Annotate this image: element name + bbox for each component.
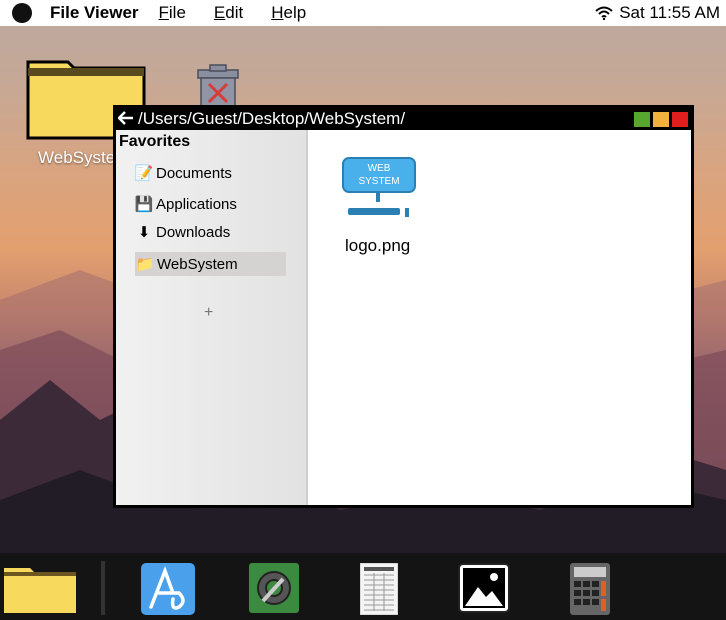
sidebar-item-applications[interactable]: 💾 Applications — [134, 192, 284, 216]
add-favorite-button[interactable]: + — [204, 304, 213, 322]
window-titlebar[interactable]: /Users/Guest/Desktop/WebSystem/ — [116, 108, 691, 130]
floppy-disk-icon: 💾 — [134, 196, 154, 213]
menu-file[interactable]: File — [159, 3, 186, 23]
svg-text:SYSTEM: SYSTEM — [358, 176, 399, 187]
dock — [0, 553, 726, 620]
image-viewer-icon[interactable] — [458, 563, 510, 613]
sidebar-item-downloads[interactable]: ⬇ Downloads — [134, 220, 284, 244]
sidebar-item-websystem[interactable]: 📁 WebSystem — [135, 252, 286, 276]
image-file-icon[interactable]: WEB SYSTEM — [338, 156, 418, 222]
menu-bar: File Viewer File Edit Help Sat 11:55 AM — [0, 0, 726, 26]
favorites-heading: Favorites — [119, 133, 191, 150]
dock-separator — [101, 561, 105, 615]
back-arrow-icon[interactable] — [117, 110, 136, 128]
spreadsheet-icon[interactable] — [360, 563, 398, 615]
sidebar-item-label: WebSystem — [157, 255, 238, 273]
menu-help[interactable]: Help — [271, 3, 306, 23]
sidebar-item-label: Downloads — [156, 223, 231, 241]
sidebar-item-documents[interactable]: 📝 Documents — [134, 161, 284, 185]
sidebar-item-label: Documents — [156, 164, 232, 182]
folder-icon: 📁 — [135, 256, 155, 273]
minimize-button[interactable] — [653, 112, 669, 127]
file-label[interactable]: logo.png — [345, 236, 410, 256]
maximize-button[interactable] — [634, 112, 650, 127]
file-area: WEB SYSTEM logo.png — [308, 130, 691, 505]
close-button[interactable] — [672, 112, 688, 127]
path-label: /Users/Guest/Desktop/WebSystem/ — [138, 109, 406, 128]
documents-icon: 📝 — [134, 165, 154, 182]
settings-icon[interactable] — [249, 563, 299, 613]
download-arrow-icon: ⬇ — [137, 224, 151, 241]
app-name: File Viewer — [50, 3, 139, 22]
clock[interactable]: Sat 11:55 AM — [619, 3, 720, 23]
calculator-icon[interactable] — [570, 563, 610, 615]
system-menu-icon[interactable] — [12, 3, 32, 23]
trash-icon[interactable] — [194, 64, 242, 110]
menu-edit[interactable]: Edit — [214, 3, 243, 23]
sidebar-item-label: Applications — [156, 195, 237, 213]
file-viewer-window: /Users/Guest/Desktop/WebSystem/ Favorite… — [113, 105, 694, 508]
wifi-icon[interactable] — [595, 6, 613, 20]
svg-text:WEB: WEB — [368, 163, 391, 174]
text-editor-icon[interactable] — [141, 563, 195, 615]
folder-icon[interactable] — [4, 565, 76, 613]
sidebar: Favorites 📝 Documents 💾 Applications ⬇ D… — [116, 130, 308, 505]
